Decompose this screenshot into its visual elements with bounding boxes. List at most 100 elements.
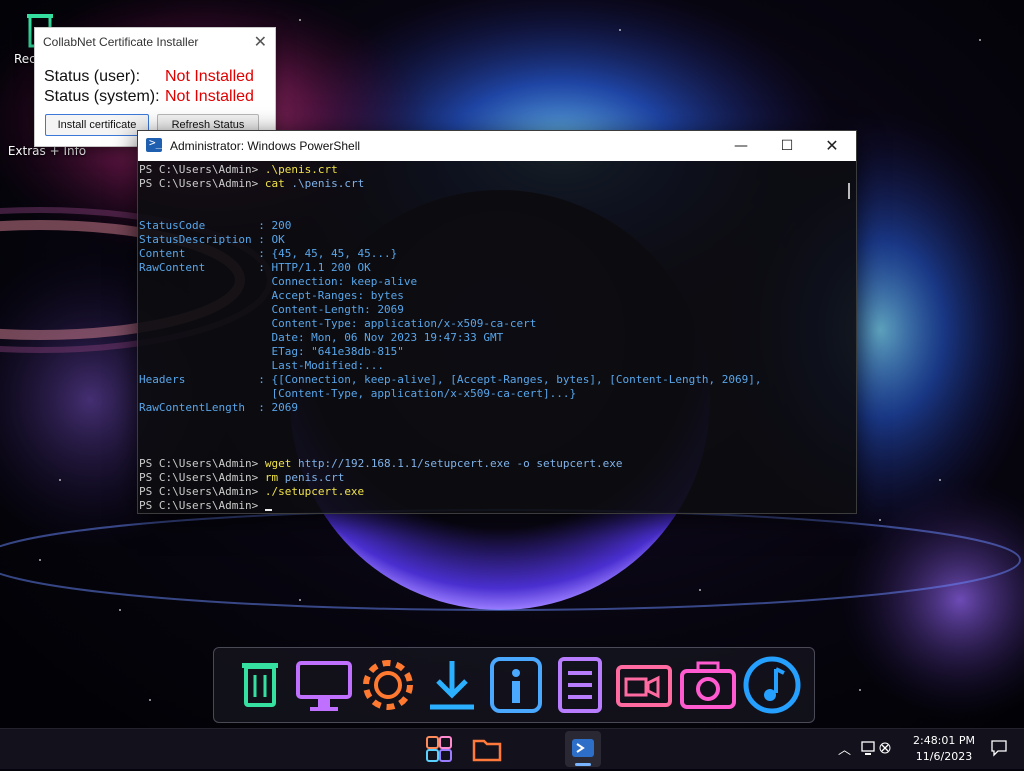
terminal-line: Content-Length: 2069: [139, 303, 839, 317]
terminal-output-text: Content-Type: application/x-x509-ca-cert: [139, 317, 537, 330]
status-user-label: Status (user):: [44, 68, 141, 85]
terminal-command: ./setupcert.exe: [264, 485, 365, 498]
terminal-line: PS C:\Users\Admin>: [139, 499, 839, 513]
status-user-value: Not Installed: [165, 68, 254, 85]
close-icon[interactable]: ✕: [254, 32, 267, 52]
terminal-arguments: http://192.168.1.1/setupcert.exe -o setu…: [291, 457, 623, 470]
dock-item-video[interactable]: [612, 653, 676, 717]
terminal-line: Headers : {[Connection, keep-alive], [Ac…: [139, 373, 839, 387]
window-title: CollabNet Certificate Installer: [43, 35, 199, 49]
terminal-output-text: RawContent : HTTP/1.1 200 OK: [139, 261, 371, 274]
music-icon: [743, 656, 801, 714]
recycle-bin-icon: [242, 663, 278, 707]
powershell-icon: [572, 739, 594, 757]
terminal-line: Last-Modified:...: [139, 359, 839, 373]
terminal-prompt: PS C:\Users\Admin>: [139, 485, 265, 498]
terminal-line: Content : {45, 45, 45, 45...}: [139, 247, 839, 261]
clock-date: 11/6/2023: [915, 750, 973, 763]
terminal-command: rm: [264, 471, 279, 484]
terminal-arguments: .\penis.crt: [284, 177, 365, 190]
dock-item-recycle-bin[interactable]: [228, 653, 292, 717]
dock-item-camera[interactable]: [676, 653, 740, 717]
terminal-line: Content-Type: application/x-x509-ca-cert: [139, 317, 839, 331]
terminal-output-text: RawContentLength : 2069: [139, 401, 298, 414]
clock-time: 2:48:01 PM: [912, 734, 976, 747]
taskbar-clock[interactable]: 2:48:01 PM 11/6/2023: [908, 733, 980, 765]
terminal-output-text: [Content-Type, application/x-x509-ca-cer…: [139, 387, 577, 400]
dock-item-info[interactable]: [484, 653, 548, 717]
terminal-scrollbar[interactable]: [848, 183, 850, 199]
terminal-prompt: PS C:\Users\Admin>: [139, 499, 265, 512]
window-title: Administrator: Windows PowerShell: [170, 139, 361, 153]
dock-item-music[interactable]: [740, 653, 804, 717]
dock-item-download[interactable]: [420, 653, 484, 717]
terminal-prompt: PS C:\Users\Admin>: [139, 177, 265, 190]
status-system-value: Not Installed: [165, 88, 254, 105]
download-icon: [430, 661, 474, 710]
terminal-output-text: Date: Mon, 06 Nov 2023 19:47:33 GMT: [139, 331, 504, 344]
terminal-line: [Content-Type, application/x-x509-ca-cer…: [139, 387, 839, 401]
terminal-command: wget: [264, 457, 292, 470]
terminal-output-text: Headers : {[Connection, keep-alive], [Ac…: [139, 373, 762, 386]
terminal-prompt: PS C:\Users\Admin>: [139, 163, 265, 176]
windows-start-icon: [426, 736, 452, 762]
powershell-titlebar[interactable]: >_ Administrator: Windows PowerShell — ☐…: [138, 131, 856, 161]
terminal-line: PS C:\Users\Admin> cat .\penis.crt: [139, 177, 839, 191]
terminal-output-text: StatusDescription : OK: [139, 233, 285, 246]
terminal-line: Date: Mon, 06 Nov 2023 19:47:33 GMT: [139, 331, 839, 345]
terminal-prompt: PS C:\Users\Admin>: [139, 457, 265, 470]
monitor-icon: [296, 661, 352, 711]
terminal-output-text: Last-Modified:...: [139, 359, 385, 372]
terminal-output[interactable]: PS C:\Users\Admin> .\penis.crt PS C:\User…: [139, 163, 839, 513]
terminal-command: .\penis.crt: [264, 163, 338, 176]
status-system-label: Status (system):: [44, 88, 160, 105]
camera-icon: [680, 661, 736, 709]
terminal-output-text: ETag: "641e38db-815": [139, 345, 404, 358]
terminal-output-text: Content : {45, 45, 45, 45...}: [139, 247, 398, 260]
terminal-cursor: [264, 509, 272, 511]
terminal-arguments: penis.crt: [278, 471, 345, 484]
terminal-line: StatusCode : 200: [139, 219, 839, 233]
terminal-output-text: Accept-Ranges: bytes: [139, 289, 404, 302]
terminal-line: StatusDescription : OK: [139, 233, 839, 247]
taskbar: ︿ 2:48:01 PM 11/6/2023: [0, 728, 1024, 769]
terminal-output-text: StatusCode : 200: [139, 219, 292, 232]
minimize-button[interactable]: —: [721, 135, 761, 157]
document-icon: [558, 657, 602, 713]
install-certificate-button[interactable]: Install certificate: [45, 114, 149, 136]
terminal-line: Connection: keep-alive: [139, 275, 839, 289]
start-button[interactable]: [421, 731, 457, 767]
app-dock: [213, 647, 815, 723]
gear-icon: [363, 660, 413, 710]
status-system-row: Status (system): Not Installed: [44, 88, 254, 106]
terminal-line: RawContentLength : 2069: [139, 401, 839, 415]
dock-item-monitor[interactable]: [292, 653, 356, 717]
maximize-button[interactable]: ☐: [767, 135, 807, 157]
taskbar-powershell-button[interactable]: [565, 731, 601, 767]
notification-center-icon[interactable]: [990, 739, 1008, 757]
terminal-prompt: PS C:\Users\Admin>: [139, 471, 265, 484]
terminal-output-text: Connection: keep-alive: [139, 275, 418, 288]
show-hidden-icons-chevron-icon[interactable]: ︿: [838, 739, 851, 758]
video-icon: [616, 665, 672, 707]
status-user-row: Status (user): Not Installed: [44, 68, 254, 86]
close-button[interactable]: ✕: [812, 135, 852, 157]
dock-item-document[interactable]: [548, 653, 612, 717]
terminal-line: PS C:\Users\Admin> ./setupcert.exe: [139, 485, 839, 499]
terminal-line: Accept-Ranges: bytes: [139, 289, 839, 303]
certificate-installer-window: CollabNet Certificate Installer ✕ Status…: [34, 27, 276, 147]
terminal-line: ETag: "641e38db-815": [139, 345, 839, 359]
powershell-icon: >_: [146, 136, 162, 152]
terminal-line: PS C:\Users\Admin> .\penis.crt: [139, 163, 839, 177]
file-explorer-button[interactable]: [469, 731, 505, 767]
dock-item-gear[interactable]: [356, 653, 420, 717]
info-icon: [490, 657, 542, 713]
terminal-line: PS C:\Users\Admin> wget http://192.168.1…: [139, 457, 839, 471]
terminal-output-text: Content-Length: 2069: [139, 303, 404, 316]
network-status-icon[interactable]: [860, 739, 900, 759]
